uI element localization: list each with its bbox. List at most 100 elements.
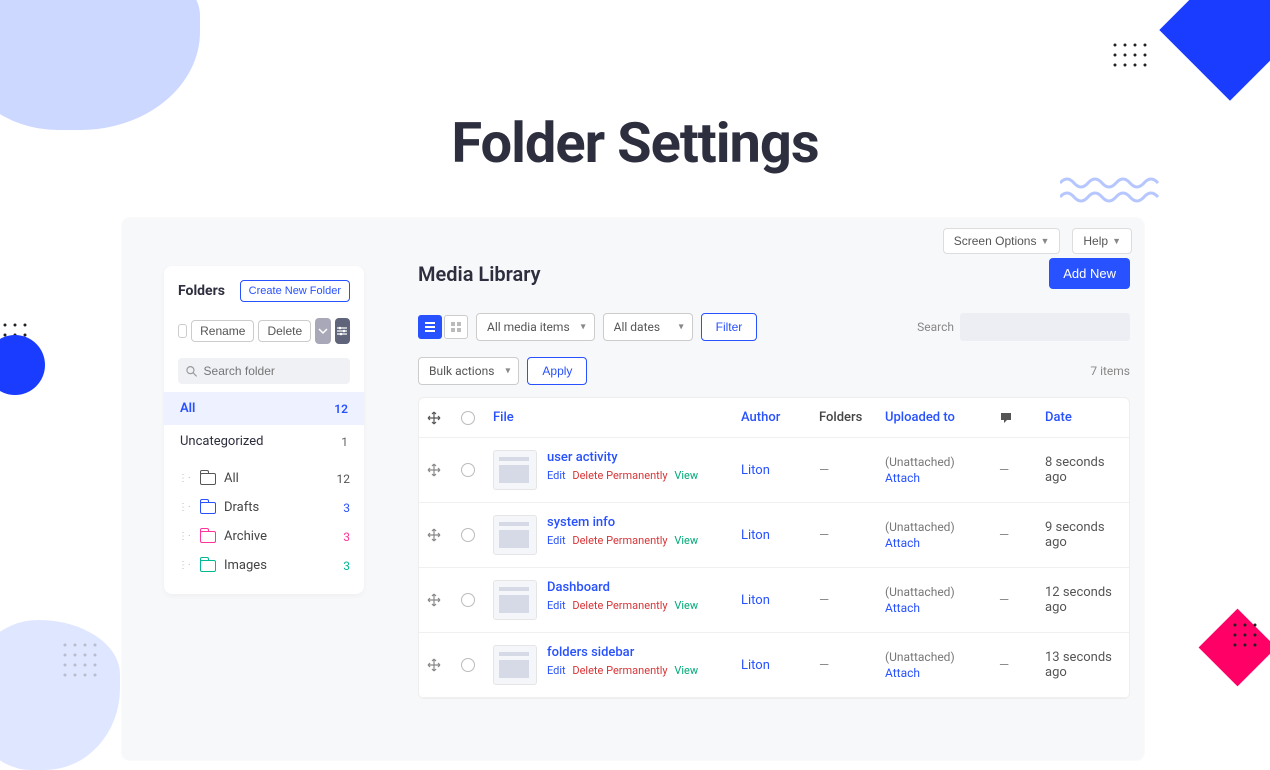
table-row: system info Edit Delete Permanently View… [419,503,1129,568]
dropdown-icon-button[interactable] [315,318,330,344]
folder-filter-uncategorized[interactable]: Uncategorized1 [164,425,364,458]
folder-label: Archive [224,529,343,544]
delete-link[interactable]: Delete Permanently [572,664,667,677]
folder-tree-item[interactable]: ⋮· All 12 [178,464,350,493]
attach-link[interactable]: Attach [885,471,999,485]
date-cell: 9 seconds ago [1045,520,1121,550]
move-icon [427,528,441,542]
media-type-filter[interactable]: All media items [476,313,595,341]
main-pane: Media Library Add New All media items Al… [418,258,1130,699]
view-link[interactable]: View [674,664,698,677]
folder-label: Images [224,558,343,573]
settings-icon-button[interactable] [335,318,350,344]
select-all-radio[interactable] [461,411,475,425]
uploaded-cell: (Unattached) Attach [885,520,999,550]
edit-link[interactable]: Edit [547,534,566,547]
view-link[interactable]: View [674,534,698,547]
col-folders[interactable]: Folders [819,410,885,425]
row-select-radio[interactable] [461,463,475,477]
filter-button[interactable]: Filter [701,313,758,341]
drag-column-header [427,411,461,425]
rename-button[interactable]: Rename [191,320,254,342]
row-select-radio[interactable] [461,658,475,672]
search-media-input[interactable] [960,313,1130,341]
file-thumbnail [493,515,537,555]
file-name-link[interactable]: user activity [547,450,698,465]
file-name-link[interactable]: Dashboard [547,580,698,595]
search-folder-box[interactable] [178,358,350,384]
folder-filter-all[interactable]: All12 [164,392,364,425]
add-new-button[interactable]: Add New [1049,258,1130,289]
file-thumbnail [493,580,537,620]
create-folder-button[interactable]: Create New Folder [240,280,350,302]
drag-handle[interactable] [427,528,461,542]
drag-handle[interactable] [427,463,461,477]
screen-options-button[interactable]: Screen Options ▼ [943,228,1061,254]
delete-link[interactable]: Delete Permanently [572,469,667,482]
sliders-icon [336,325,348,337]
edit-link[interactable]: Edit [547,599,566,612]
chevron-down-icon [318,326,328,336]
help-label: Help [1083,234,1108,248]
caret-down-icon: ▼ [1112,236,1121,246]
folders-cell: — [819,463,885,478]
folders-cell: — [819,593,885,608]
author-link[interactable]: Liton [741,528,819,543]
move-icon [427,658,441,672]
search-label: Search [917,320,954,334]
col-file[interactable]: File [493,410,741,425]
apply-button[interactable]: Apply [527,357,587,385]
folder-tree-item[interactable]: ⋮· Drafts 3 [178,493,350,522]
drag-handle[interactable] [427,658,461,672]
select-all-folders-checkbox[interactable] [178,324,187,338]
drag-handle[interactable] [427,593,461,607]
edit-link[interactable]: Edit [547,664,566,677]
file-name-link[interactable]: folders sidebar [547,645,698,660]
date-cell: 13 seconds ago [1045,650,1121,680]
file-thumbnail [493,645,537,685]
row-select-radio[interactable] [461,593,475,607]
attach-link[interactable]: Attach [885,536,999,550]
delete-button[interactable]: Delete [258,320,311,342]
col-comments[interactable] [999,411,1045,425]
delete-link[interactable]: Delete Permanently [572,599,667,612]
col-uploaded[interactable]: Uploaded to [885,410,999,425]
date-cell: 8 seconds ago [1045,455,1121,485]
uploaded-cell: (Unattached) Attach [885,455,999,485]
uploaded-cell: (Unattached) Attach [885,585,999,615]
edit-link[interactable]: Edit [547,469,566,482]
help-button[interactable]: Help ▼ [1072,228,1132,254]
search-folder-input[interactable] [204,364,342,378]
folder-label: All [224,471,337,486]
folders-sidebar: Folders Create New Folder Rename Delete … [164,266,364,594]
comments-cell: — [999,528,1045,543]
folder-count: 3 [343,501,350,515]
view-link[interactable]: View [674,469,698,482]
filter-count: 1 [341,435,348,449]
col-author[interactable]: Author [741,410,819,425]
filter-count: 12 [334,402,348,416]
view-link[interactable]: View [674,599,698,612]
delete-link[interactable]: Delete Permanently [572,534,667,547]
sidebar-title: Folders [178,283,225,299]
attach-link[interactable]: Attach [885,666,999,680]
row-select-radio[interactable] [461,528,475,542]
date-filter[interactable]: All dates [603,313,693,341]
bulk-actions-select[interactable]: Bulk actions [418,357,519,385]
comments-cell: — [999,593,1045,608]
table-row: folders sidebar Edit Delete Permanently … [419,633,1129,698]
author-link[interactable]: Liton [741,593,819,608]
folder-tree-item[interactable]: ⋮· Archive 3 [178,522,350,551]
col-date[interactable]: Date [1045,410,1121,425]
list-view-button[interactable] [418,315,442,339]
folder-count: 3 [343,530,350,544]
author-link[interactable]: Liton [741,658,819,673]
grid-icon [450,321,462,333]
file-name-link[interactable]: system info [547,515,698,530]
grid-view-button[interactable] [444,315,468,339]
attach-link[interactable]: Attach [885,601,999,615]
author-link[interactable]: Liton [741,463,819,478]
folders-cell: — [819,528,885,543]
file-thumbnail [493,450,537,490]
folder-tree-item[interactable]: ⋮· Images 3 [178,551,350,580]
